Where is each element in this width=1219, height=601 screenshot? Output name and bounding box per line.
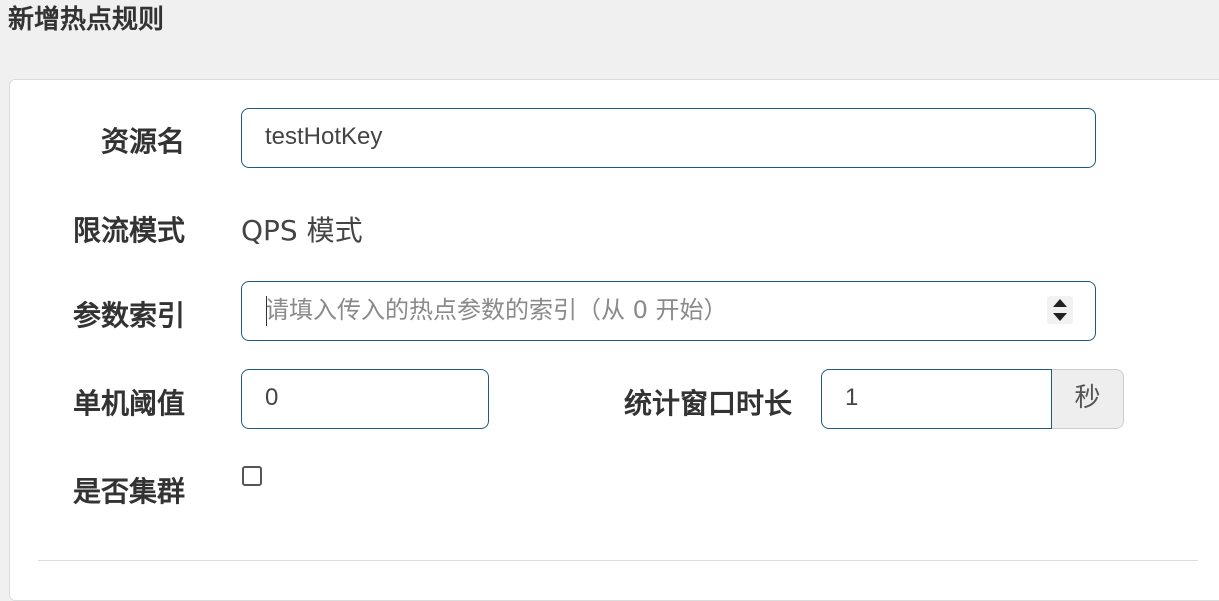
cluster-label: 是否集群 <box>72 475 185 508</box>
spinner-down-icon[interactable] <box>1053 313 1067 321</box>
param-index-placeholder: 请填入传入的热点参数的索引（从 0 开始） <box>265 296 728 324</box>
form-divider <box>38 560 1198 561</box>
resource-label: 资源名 <box>100 125 185 158</box>
mode-value: QPS 模式 <box>241 214 363 247</box>
spinner-up-icon[interactable] <box>1053 299 1067 307</box>
threshold-label: 单机阈值 <box>72 387 185 420</box>
text-caret <box>266 296 267 326</box>
window-label: 统计窗口时长 <box>623 387 792 420</box>
dialog-title: 新增热点规则 <box>8 5 165 35</box>
mode-label: 限流模式 <box>72 214 185 247</box>
resize-corner-icon: ⌃ <box>1205 0 1217 10</box>
window-input[interactable]: 1 <box>821 369 1052 429</box>
param-index-input[interactable]: 请填入传入的热点参数的索引（从 0 开始） <box>241 281 1096 341</box>
resource-input[interactable]: testHotKey <box>241 108 1096 168</box>
window-unit-addon: 秒 <box>1052 369 1124 429</box>
cluster-checkbox[interactable] <box>242 466 262 486</box>
param-index-label: 参数索引 <box>72 299 185 332</box>
spinner-arrows-icon[interactable] <box>1047 296 1073 324</box>
threshold-input[interactable]: 0 <box>241 369 489 429</box>
